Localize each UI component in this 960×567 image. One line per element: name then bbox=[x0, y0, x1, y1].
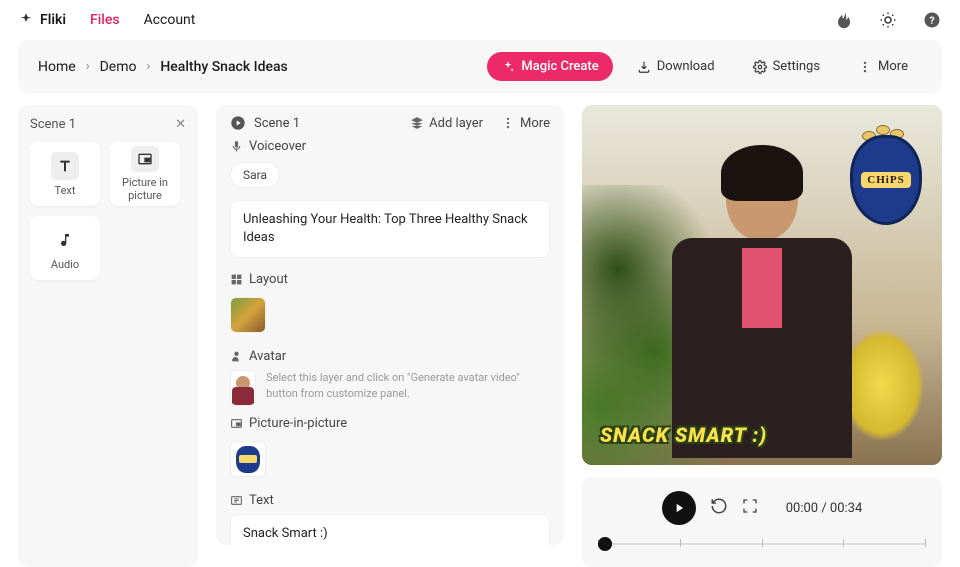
pip-label: Picture-in-picture bbox=[249, 416, 347, 431]
avatar-figure bbox=[662, 150, 862, 465]
scene-more-button[interactable]: More bbox=[501, 116, 550, 131]
crumb-home[interactable]: Home bbox=[38, 59, 76, 75]
voice-chip[interactable]: Sara bbox=[230, 162, 280, 188]
text-section-label: Text bbox=[249, 493, 274, 508]
nav-files[interactable]: Files bbox=[90, 12, 120, 28]
scene-title: Scene 1 bbox=[30, 117, 76, 132]
add-layer-button[interactable]: Add layer bbox=[410, 116, 483, 131]
scene-editor-panel: Scene 1 Add layer More Voiceover Sara Un… bbox=[216, 105, 564, 545]
chevron-icon: › bbox=[86, 59, 90, 74]
magic-create-button[interactable]: Magic Create bbox=[487, 52, 612, 81]
seek-track[interactable] bbox=[598, 535, 926, 553]
audio-icon bbox=[51, 226, 79, 254]
layers-icon bbox=[410, 116, 424, 130]
download-button[interactable]: Download bbox=[623, 52, 729, 81]
layout-thumbnail[interactable] bbox=[230, 297, 266, 333]
crumb-demo[interactable]: Demo bbox=[100, 59, 137, 75]
seek-thumb[interactable] bbox=[598, 537, 612, 551]
pip-icon bbox=[131, 146, 159, 172]
mic-icon bbox=[230, 140, 243, 153]
replay-button[interactable] bbox=[710, 497, 728, 519]
tile-pip[interactable]: Picture in picture bbox=[110, 142, 180, 206]
settings-button[interactable]: Settings bbox=[739, 52, 834, 81]
pip-icon bbox=[230, 417, 243, 430]
chips-badge: CHiPS bbox=[850, 135, 922, 225]
more-button[interactable]: More bbox=[844, 52, 922, 81]
text-icon bbox=[51, 152, 79, 180]
preview-column: CHiPS SNACK SMART :) 00:00 / 00:34 bbox=[582, 105, 942, 567]
fullscreen-button[interactable] bbox=[742, 498, 758, 518]
download-icon bbox=[637, 60, 651, 74]
brand-name: Fliki bbox=[40, 12, 66, 28]
play-button[interactable] bbox=[662, 491, 696, 525]
tile-audio[interactable]: Audio bbox=[30, 216, 100, 280]
scene-label: Scene 1 bbox=[254, 116, 300, 131]
brand-logo-icon bbox=[18, 12, 34, 28]
script-textbox[interactable]: Unleashing Your Health: Top Three Health… bbox=[230, 200, 550, 258]
top-nav: Fliki Files Account ? bbox=[0, 0, 960, 40]
nav-account[interactable]: Account bbox=[144, 12, 196, 28]
text-icon bbox=[230, 494, 243, 507]
close-icon[interactable]: ✕ bbox=[175, 117, 186, 132]
time-display: 00:00 / 00:34 bbox=[786, 501, 863, 516]
avatar-thumbnail[interactable] bbox=[230, 370, 256, 406]
voiceover-label: Voiceover bbox=[249, 139, 306, 154]
help-icon[interactable]: ? bbox=[922, 10, 942, 30]
sub-header: Home › Demo › Healthy Snack Ideas Magic … bbox=[18, 40, 942, 93]
chevron-icon: › bbox=[146, 59, 150, 74]
play-icon bbox=[672, 501, 686, 515]
avatar-hint: Select this layer and click on "Generate… bbox=[266, 370, 550, 401]
overlay-text-input[interactable]: Snack Smart :) bbox=[230, 514, 550, 545]
trending-icon[interactable] bbox=[834, 10, 854, 30]
gear-icon bbox=[753, 60, 767, 74]
crumb-current[interactable]: Healthy Snack Ideas bbox=[160, 59, 287, 75]
layers-panel: Scene 1 ✕ Text Picture in picture Audio bbox=[18, 105, 198, 567]
more-vertical-icon bbox=[501, 116, 515, 130]
pip-thumbnail[interactable] bbox=[230, 441, 266, 477]
layout-label: Layout bbox=[249, 272, 288, 287]
replay-icon bbox=[710, 497, 728, 515]
playback-controls: 00:00 / 00:34 bbox=[582, 477, 942, 567]
avatar-label: Avatar bbox=[249, 349, 286, 364]
tile-text[interactable]: Text bbox=[30, 142, 100, 206]
svg-text:?: ? bbox=[929, 14, 934, 27]
layout-icon bbox=[230, 273, 243, 286]
more-vertical-icon bbox=[858, 60, 872, 74]
sparkle-icon bbox=[501, 60, 515, 74]
play-circle-icon[interactable] bbox=[230, 115, 246, 131]
video-preview[interactable]: CHiPS SNACK SMART :) bbox=[582, 105, 942, 465]
person-icon bbox=[230, 350, 243, 363]
brand[interactable]: Fliki bbox=[18, 12, 66, 28]
preview-caption: SNACK SMART :) bbox=[600, 423, 767, 447]
theme-toggle-icon[interactable] bbox=[878, 10, 898, 30]
fullscreen-icon bbox=[742, 498, 758, 514]
